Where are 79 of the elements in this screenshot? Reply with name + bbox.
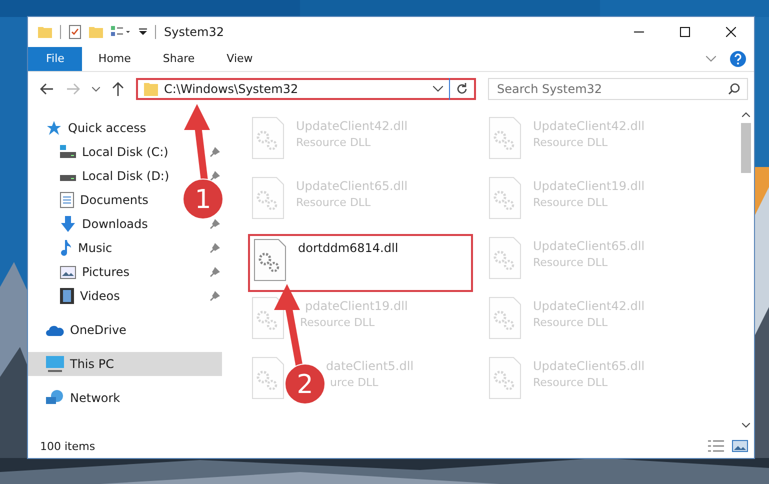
window-title: System32 bbox=[164, 25, 224, 39]
drive-icon bbox=[60, 145, 76, 159]
sidebar-item[interactable]: Downloads bbox=[28, 212, 222, 236]
file-type: Resource DLL bbox=[533, 196, 609, 209]
properties-icon[interactable] bbox=[69, 25, 81, 39]
up-arrow-icon[interactable] bbox=[112, 82, 124, 96]
customize-caret-icon[interactable] bbox=[139, 28, 147, 36]
file-type: Resource DLL bbox=[300, 316, 376, 329]
film-icon bbox=[60, 288, 74, 304]
scroll-up-icon[interactable] bbox=[742, 112, 750, 117]
file-item[interactable]: dortddm6814.dll bbox=[248, 234, 473, 292]
step-number: 2 bbox=[296, 370, 314, 400]
pin-icon[interactable] bbox=[210, 267, 220, 277]
sidebar-item[interactable]: This PC bbox=[28, 352, 222, 376]
file-type: urce DLL bbox=[330, 376, 380, 389]
drive-icon bbox=[60, 175, 76, 181]
file-name: UpdateClient42.dll bbox=[533, 119, 645, 133]
scroll-thumb[interactable] bbox=[741, 123, 751, 173]
sidebar-item[interactable]: Pictures bbox=[28, 260, 222, 284]
ribbon-tab[interactable]: File bbox=[28, 47, 82, 71]
file-name: UpdateClient19.dll bbox=[533, 179, 645, 193]
address-bar[interactable]: C:\Windows\System32 bbox=[136, 78, 476, 100]
step-marker bbox=[182, 178, 224, 220]
monitor-icon bbox=[46, 356, 64, 372]
sidebar-item[interactable]: Local Disk (C:) bbox=[28, 140, 222, 164]
ribbon-tab[interactable]: Home bbox=[82, 47, 147, 71]
music-note-icon bbox=[60, 240, 72, 256]
close-icon[interactable] bbox=[726, 27, 736, 37]
document-icon bbox=[60, 192, 74, 208]
sidebar-item[interactable]: Quick access bbox=[28, 116, 222, 140]
file-type: Resource DLL bbox=[533, 316, 609, 329]
item-count: 100 items bbox=[40, 440, 96, 452]
file-type: Resource DLL bbox=[296, 136, 372, 149]
pin-icon[interactable] bbox=[210, 171, 220, 181]
search-icon bbox=[728, 83, 740, 95]
help-icon[interactable] bbox=[730, 51, 746, 67]
cloud-icon bbox=[46, 324, 64, 336]
file-type: Resource DLL bbox=[533, 136, 609, 149]
pin-icon[interactable] bbox=[210, 219, 220, 229]
sidebar-item[interactable]: Network bbox=[28, 386, 222, 410]
file-type: Resource DLL bbox=[533, 256, 609, 269]
file-type: Resource DLL bbox=[296, 196, 372, 209]
sidebar-item[interactable]: Local Disk (D:) bbox=[28, 164, 222, 188]
pin-icon[interactable] bbox=[210, 243, 220, 253]
folder-icon bbox=[144, 82, 158, 96]
scroll-down-icon[interactable] bbox=[742, 423, 750, 428]
step-marker bbox=[284, 364, 326, 404]
sidebar-item[interactable]: Documents bbox=[28, 188, 156, 212]
thumbnail-view-icon[interactable] bbox=[732, 440, 748, 452]
sidebar-item[interactable]: Music bbox=[28, 236, 222, 260]
refresh-icon[interactable] bbox=[456, 83, 468, 95]
step-number: 1 bbox=[194, 185, 212, 215]
pin-icon[interactable] bbox=[210, 291, 220, 301]
file-name: UpdateClient65.dll bbox=[296, 179, 408, 193]
back-arrow-icon[interactable] bbox=[40, 83, 54, 95]
pin-icon[interactable] bbox=[210, 147, 220, 157]
down-arrow-icon bbox=[60, 216, 76, 232]
file-name: UpdateClient65.dll bbox=[533, 239, 645, 253]
view-options-icon[interactable] bbox=[111, 26, 131, 38]
file-type: Resource DLL bbox=[533, 376, 609, 389]
picture-icon bbox=[60, 266, 76, 278]
details-view-icon[interactable] bbox=[708, 440, 724, 452]
sidebar-item[interactable]: OneDrive bbox=[28, 318, 222, 342]
file-name: pdateClient19.dll bbox=[305, 299, 408, 313]
address-path: C:\Windows\System32 bbox=[164, 82, 300, 96]
sidebar-item[interactable]: Videos bbox=[28, 284, 222, 308]
file-name: UpdateClient42.dll bbox=[296, 119, 408, 133]
search-field[interactable]: Search System32 bbox=[488, 78, 748, 100]
star-icon bbox=[46, 120, 62, 136]
file-name: dateClient5.dll bbox=[326, 359, 414, 373]
ribbon-tab[interactable]: View bbox=[210, 47, 269, 71]
maximize-icon[interactable] bbox=[680, 27, 690, 37]
chevron-down-icon[interactable] bbox=[433, 86, 443, 92]
network-icon bbox=[46, 390, 64, 406]
file-name: UpdateClient42.dll bbox=[533, 299, 645, 313]
file-name: dortddm6814.dll bbox=[298, 241, 398, 255]
file-name: UpdateClient65.dll bbox=[533, 359, 645, 373]
ribbon-tab[interactable]: Share bbox=[146, 47, 211, 71]
recent-caret-icon[interactable] bbox=[92, 86, 100, 92]
